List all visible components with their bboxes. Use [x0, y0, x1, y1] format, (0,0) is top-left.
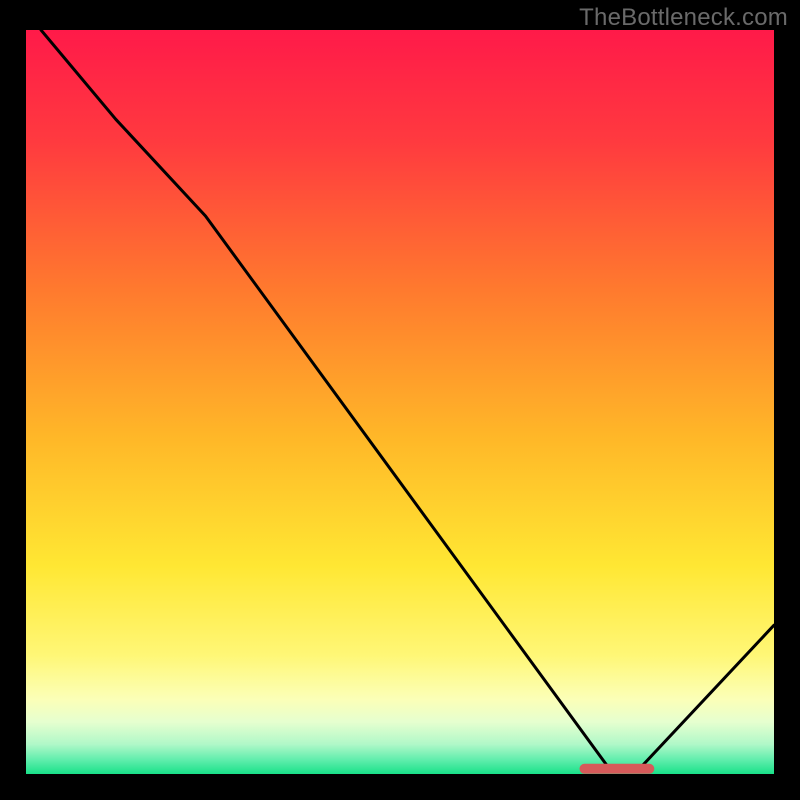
chart-svg: [26, 30, 774, 774]
chart-frame: TheBottleneck.com: [0, 0, 800, 800]
watermark-text: TheBottleneck.com: [579, 4, 788, 32]
plot-area: [26, 30, 774, 774]
optimum-marker: [580, 764, 655, 774]
